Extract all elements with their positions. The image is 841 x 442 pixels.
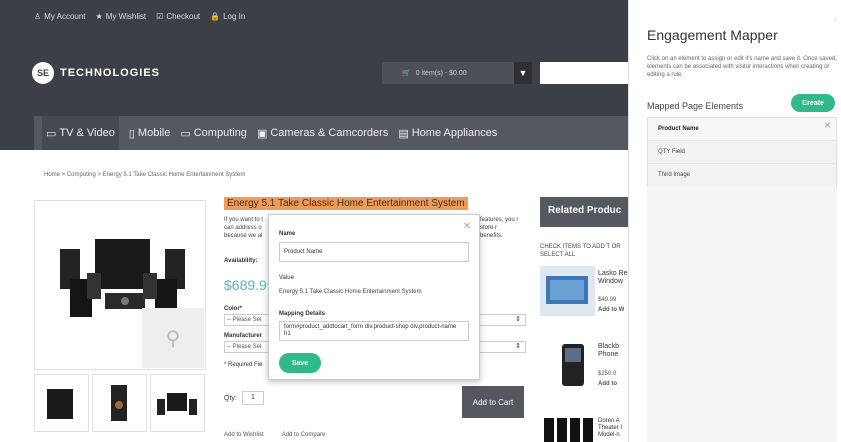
close-icon[interactable]: ✕: [824, 121, 831, 130]
color-select[interactable]: -- Please Sel: [224, 314, 269, 326]
value-label: Value: [279, 275, 294, 281]
tv-icon: ▭: [46, 127, 57, 140]
phone-icon: ▯: [128, 127, 135, 140]
product-title[interactable]: Energy 5.1 Take Classic Home Entertainme…: [224, 197, 468, 210]
mapping-details-input[interactable]: form#product_addtocart_form div.product-…: [279, 321, 469, 341]
qty-field[interactable]: 1: [242, 391, 264, 405]
product-thumbnail[interactable]: [34, 374, 89, 432]
nav-cameras[interactable]: ▣ Cameras & Camcorders: [257, 127, 388, 140]
nav-tv-video[interactable]: ▭ TV & Video: [42, 116, 119, 150]
panel-empty-area: [647, 186, 837, 442]
product-thumbnail[interactable]: [92, 374, 147, 432]
mapped-element-item[interactable]: Third Image: [648, 164, 836, 187]
save-button[interactable]: Save: [279, 353, 321, 373]
name-label: Name: [279, 231, 296, 237]
related-item-price: $49.99: [598, 297, 617, 303]
cart-icon: 🛒: [402, 70, 411, 77]
product-thumbnail[interactable]: [150, 374, 205, 432]
related-hint[interactable]: CHECK ITEMS TO ADD T OR SELECT ALL: [540, 243, 628, 259]
required-note: * Required Fie: [224, 362, 263, 368]
related-item-name[interactable]: Doren A Theater I Model-n: [598, 418, 628, 439]
store-header: ♙ My Account ★ My Wishlist ☑ Checkout 🔒 Log …: [0, 0, 628, 150]
related-product-image[interactable]: [540, 414, 595, 442]
login-link[interactable]: 🔒 Log In: [210, 12, 245, 21]
logo-text: TECHNOLOGIES: [60, 67, 161, 79]
mapping-details-label: Mapping Details: [279, 311, 326, 317]
related-product-image[interactable]: [540, 340, 595, 390]
mapped-elements-heading: Mapped Page Elements: [647, 101, 744, 111]
appliance-icon: ▤: [398, 127, 409, 140]
person-icon: ♙: [34, 12, 42, 21]
star-icon: ★: [95, 12, 103, 21]
related-item-action[interactable]: Add to: [598, 380, 617, 389]
element-edit-popup: ✕ Name Product Name Value Energy 5.1 Tak…: [268, 214, 480, 380]
breadcrumb[interactable]: Home > Computing > Energy 5.1 Take Class…: [44, 172, 245, 178]
chevron-down-icon: ▼: [518, 68, 528, 78]
product-description: If you want to t can address o because w…: [224, 217, 264, 239]
related-products-header: Related Produc: [540, 197, 628, 227]
related-item-price: $250.0: [598, 371, 617, 377]
product-actions: Add to Wishlist Add to Compare: [224, 432, 325, 438]
manufacturer-select-arrow[interactable]: ⇕: [480, 341, 526, 353]
add-to-wishlist-link[interactable]: Add to Wishlist: [224, 432, 264, 438]
checkout-link[interactable]: ☑ Checkout: [156, 12, 200, 21]
color-label: Color*: [224, 306, 242, 312]
nav-home-appliances[interactable]: ▤ Home Appliances: [398, 127, 497, 140]
manufacturer-label: Manufacturer: [224, 333, 263, 339]
lock-icon: 🔒: [210, 12, 221, 21]
product-description-cont: features, you r store r benefits.: [480, 217, 519, 239]
availability-label: Availability:: [224, 258, 258, 264]
cart-summary[interactable]: 🛒 0 item(s) - $0.00: [382, 62, 514, 84]
camera-icon: ▣: [256, 127, 268, 140]
checkbox-icon: ☑: [156, 12, 164, 21]
color-select-arrow[interactable]: ⇕: [480, 314, 526, 326]
add-to-cart-button[interactable]: Add to Cart: [462, 386, 524, 418]
related-item-name[interactable]: Lasko Re Window: [598, 270, 628, 286]
name-input[interactable]: Product Name: [279, 242, 469, 262]
mapped-element-item[interactable]: Product Name ✕: [648, 118, 836, 141]
account-links: ♙ My Account ★ My Wishlist ☑ Checkout 🔒 Log …: [34, 12, 245, 21]
zoom-icon[interactable]: ⚲: [142, 308, 204, 368]
panel-title: Engagement Mapper: [647, 27, 778, 43]
laptop-icon: ▭: [180, 127, 191, 140]
main-nav: ▭ TV & Video ▯ Mobile ▭ Computing ▣ Cameras …: [34, 116, 628, 150]
store-page: ♙ My Account ★ My Wishlist ☑ Checkout 🔒 Log …: [0, 0, 628, 442]
cart-label: 0 item(s) - $0.00: [415, 69, 467, 77]
panel-description: Click on an element to assign or edit it…: [647, 56, 837, 78]
engagement-mapper-panel: › Engagement Mapper Click on an element …: [628, 0, 841, 442]
nav-computing[interactable]: ▭ Computing: [180, 127, 247, 140]
nav-mobile[interactable]: ▯ Mobile: [129, 127, 170, 140]
mapped-elements-list: Product Name ✕ QTY Field Third Image: [647, 117, 837, 188]
related-product-image[interactable]: [540, 266, 595, 316]
add-to-compare-link[interactable]: Add to Compare: [282, 432, 326, 438]
mapped-element-item[interactable]: QTY Field: [648, 141, 836, 164]
qty-label: Qty:: [224, 395, 237, 402]
logo-badge: SE: [32, 62, 54, 84]
value-text: Energy 5.1 Take Classic Home Entertainme…: [279, 289, 422, 295]
search-input[interactable]: [540, 62, 628, 84]
chevron-right-icon[interactable]: ›: [834, 14, 837, 24]
related-item-action[interactable]: Add to W: [598, 306, 624, 315]
my-wishlist-link[interactable]: ★ My Wishlist: [96, 12, 147, 21]
create-button[interactable]: Create: [791, 94, 835, 112]
close-icon[interactable]: ✕: [463, 221, 471, 232]
manufacturer-select[interactable]: -- Please Sel: [224, 341, 269, 353]
my-account-link[interactable]: ♙ My Account: [34, 12, 86, 21]
store-logo[interactable]: SE TECHNOLOGIES: [32, 62, 160, 84]
cart-dropdown-button[interactable]: ▼: [514, 62, 532, 84]
related-item-name[interactable]: Blackb Phone: [598, 343, 626, 359]
